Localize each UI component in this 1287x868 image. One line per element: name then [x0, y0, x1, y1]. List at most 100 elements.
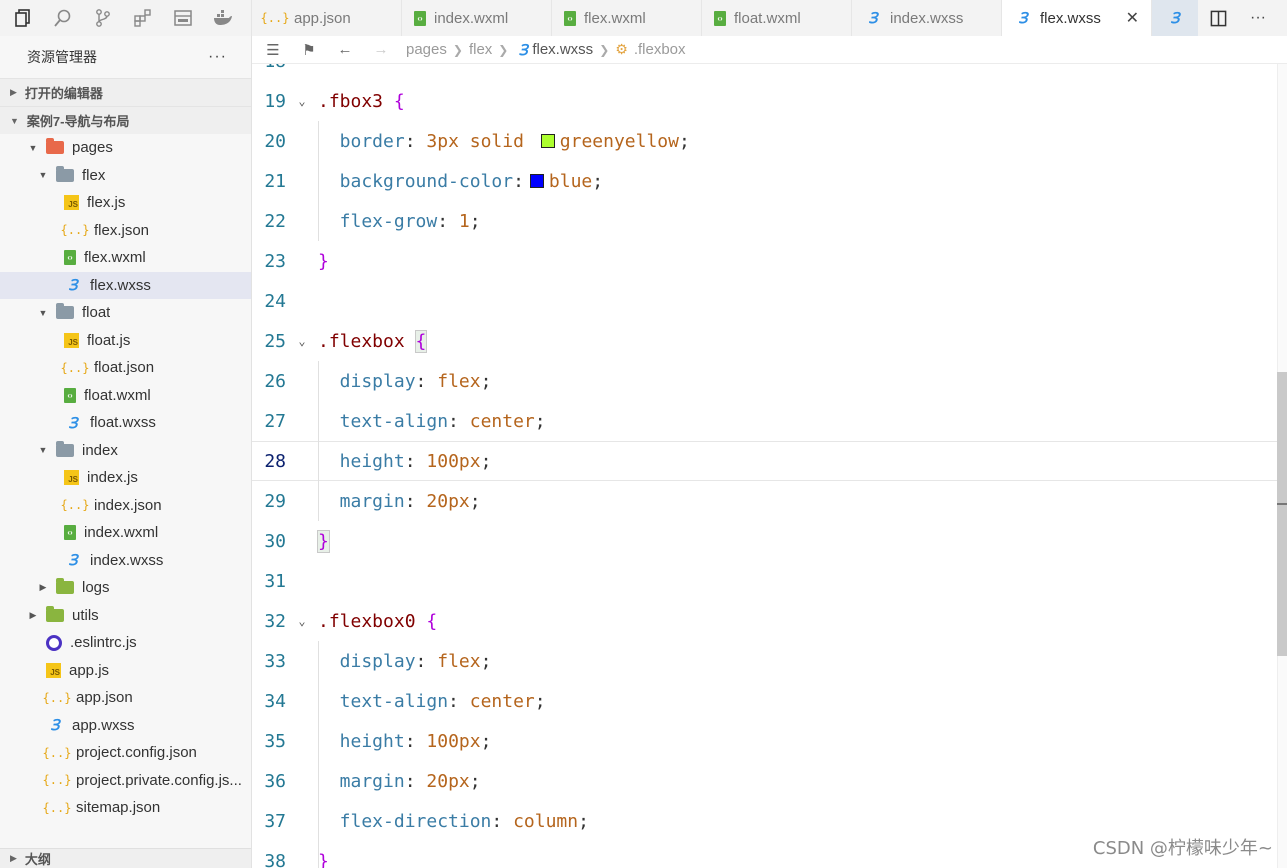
- tree-file[interactable]: JS float.js: [0, 327, 251, 355]
- source-control-icon[interactable]: [90, 5, 116, 31]
- code-line[interactable]: 23}: [252, 241, 1277, 281]
- tree-folder[interactable]: ▼ float: [0, 299, 251, 327]
- code-token: {: [393, 90, 405, 112]
- chevron-right-icon[interactable]: ▶: [26, 610, 40, 621]
- tree-file[interactable]: JS flex.js: [0, 189, 251, 217]
- tree-file[interactable]: {..} app.json: [0, 684, 251, 712]
- color-swatch[interactable]: [540, 133, 555, 148]
- scrollbar-thumb[interactable]: [1277, 372, 1287, 656]
- line-number: 37: [264, 810, 286, 832]
- tree-file[interactable]: Ɜapp.wxss: [0, 712, 251, 740]
- code-line[interactable]: 25 ⌄ .flexbox {: [252, 321, 1277, 361]
- chevron-down-icon[interactable]: ▼: [36, 308, 50, 318]
- project-section[interactable]: ▼ 案例7-导航与布局: [0, 106, 251, 134]
- chevron-down-icon[interactable]: ▼: [36, 170, 50, 180]
- layout-icon[interactable]: [170, 5, 196, 31]
- tree-folder[interactable]: ▼ index: [0, 437, 251, 465]
- more-actions-icon[interactable]: ···: [1238, 0, 1278, 36]
- code-line[interactable]: 33 display: flex;: [252, 641, 1277, 681]
- code-line[interactable]: 35 height: 100px;: [252, 721, 1277, 761]
- tree-file[interactable]: ‹› flex.wxml: [0, 244, 251, 272]
- tree-file[interactable]: {..} index.json: [0, 492, 251, 520]
- code-token: column: [513, 810, 579, 832]
- fold-chevron-icon[interactable]: ⌄: [286, 614, 318, 628]
- tree-file[interactable]: ‹› float.wxml: [0, 382, 251, 410]
- tree-folder[interactable]: ▶ utils: [0, 602, 251, 630]
- breadcrumb-symbol[interactable]: .flexbox: [634, 41, 686, 58]
- tree-folder[interactable]: ▶ logs: [0, 574, 251, 602]
- code-line[interactable]: 21 background-color: blue;: [252, 161, 1277, 201]
- tree-file[interactable]: Ɜindex.wxss: [0, 547, 251, 575]
- color-swatch[interactable]: [529, 173, 544, 188]
- code-line[interactable]: 36 margin: 20px;: [252, 761, 1277, 801]
- tab-flex-wxss[interactable]: Ɜflex.wxss ✕: [1002, 0, 1152, 36]
- breadcrumb-file[interactable]: flex.wxss: [532, 41, 593, 58]
- list-icon[interactable]: ☰: [262, 41, 284, 59]
- chevron-right-icon[interactable]: ▶: [36, 582, 50, 593]
- tab-label: flex.wxss: [1040, 9, 1101, 27]
- code-line[interactable]: 32 ⌄ .flexbox0 {: [252, 601, 1277, 641]
- tree-file[interactable]: {..} sitemap.json: [0, 794, 251, 822]
- breadcrumb-flex[interactable]: flex: [469, 41, 492, 58]
- code-line[interactable]: 29 margin: 20px;: [252, 481, 1277, 521]
- code-line[interactable]: 22 flex-grow: 1;: [252, 201, 1277, 241]
- chevron-down-icon[interactable]: ▼: [26, 143, 40, 153]
- code-line[interactable]: 26 display: flex;: [252, 361, 1277, 401]
- split-editor-icon[interactable]: [1198, 0, 1238, 36]
- js-file-icon: JS: [46, 662, 61, 678]
- forward-arrow-icon[interactable]: →: [370, 41, 392, 58]
- tree-file[interactable]: {..} project.config.json: [0, 739, 251, 767]
- tree-file[interactable]: .eslintrc.js: [0, 629, 251, 657]
- code-line[interactable]: 18: [252, 64, 1277, 81]
- tree-folder[interactable]: ▼ flex: [0, 162, 251, 190]
- tree-file[interactable]: Ɜfloat.wxss: [0, 409, 251, 437]
- code-line[interactable]: 20 border: 3px solid greenyellow;: [252, 121, 1277, 161]
- tree-item-label: float.json: [94, 359, 155, 377]
- code-line[interactable]: 24: [252, 281, 1277, 321]
- code-line[interactable]: 27 text-align: center;: [252, 401, 1277, 441]
- docker-icon[interactable]: [210, 5, 236, 31]
- tab-float-wxml[interactable]: ‹› float.wxml: [702, 0, 852, 36]
- tree-file[interactable]: ‹› index.wxml: [0, 519, 251, 547]
- tree-item-label: flex.wxml: [84, 249, 146, 267]
- preview-css-icon[interactable]: Ɜ: [1152, 0, 1198, 36]
- code-line[interactable]: 34 text-align: center;: [252, 681, 1277, 721]
- code-line[interactable]: 19 ⌄ .fbox3 {: [252, 81, 1277, 121]
- line-number: 23: [264, 250, 286, 272]
- tree-file[interactable]: Ɜflex.wxss: [0, 271, 251, 299]
- editor-scrollbar[interactable]: [1277, 64, 1287, 868]
- search-icon[interactable]: [50, 5, 76, 31]
- tree-file[interactable]: {..} float.json: [0, 354, 251, 382]
- bookmark-icon[interactable]: ⚑: [298, 41, 320, 59]
- fold-chevron-icon[interactable]: ⌄: [286, 334, 318, 348]
- tab-app-json[interactable]: {..} app.json: [252, 0, 402, 36]
- close-icon[interactable]: ✕: [1126, 8, 1139, 28]
- tab-index-wxml[interactable]: ‹› index.wxml: [402, 0, 552, 36]
- tab-index-wxss[interactable]: Ɜindex.wxss: [852, 0, 1002, 36]
- line-number: 18: [252, 64, 286, 72]
- open-editors-section[interactable]: ▶ 打开的编辑器: [0, 78, 251, 106]
- tree-file[interactable]: JS app.js: [0, 657, 251, 685]
- code-line[interactable]: 31: [252, 561, 1277, 601]
- explorer-more-icon[interactable]: ···: [208, 48, 227, 66]
- fold-chevron-icon[interactable]: ⌄: [286, 94, 318, 108]
- code-token: flex-direction: [318, 810, 492, 832]
- tree-item-label: float.wxml: [84, 386, 151, 404]
- tree-file[interactable]: {..} flex.json: [0, 217, 251, 245]
- outline-section[interactable]: ▶ 大纲: [0, 848, 251, 868]
- tab-flex-wxml[interactable]: ‹› flex.wxml: [552, 0, 702, 36]
- breadcrumb-pages[interactable]: pages: [406, 41, 447, 58]
- code-line[interactable]: 30}: [252, 521, 1277, 561]
- back-arrow-icon[interactable]: ←: [334, 41, 356, 58]
- chevron-down-icon[interactable]: ▼: [36, 445, 50, 455]
- tree-folder[interactable]: ▼ pages: [0, 134, 251, 162]
- extensions-icon[interactable]: [130, 5, 156, 31]
- code-text: }: [318, 851, 329, 868]
- tree-file[interactable]: JS index.js: [0, 464, 251, 492]
- code-line[interactable]: 28 height: 100px;: [252, 441, 1277, 481]
- code-token: display: [318, 650, 416, 672]
- files-icon[interactable]: [10, 5, 36, 31]
- line-number: 35: [264, 730, 286, 752]
- tree-file[interactable]: {..} project.private.config.js...: [0, 767, 251, 795]
- code-editor[interactable]: 18 19⌄.fbox3 {20 border: 3px solid greeny…: [252, 64, 1287, 868]
